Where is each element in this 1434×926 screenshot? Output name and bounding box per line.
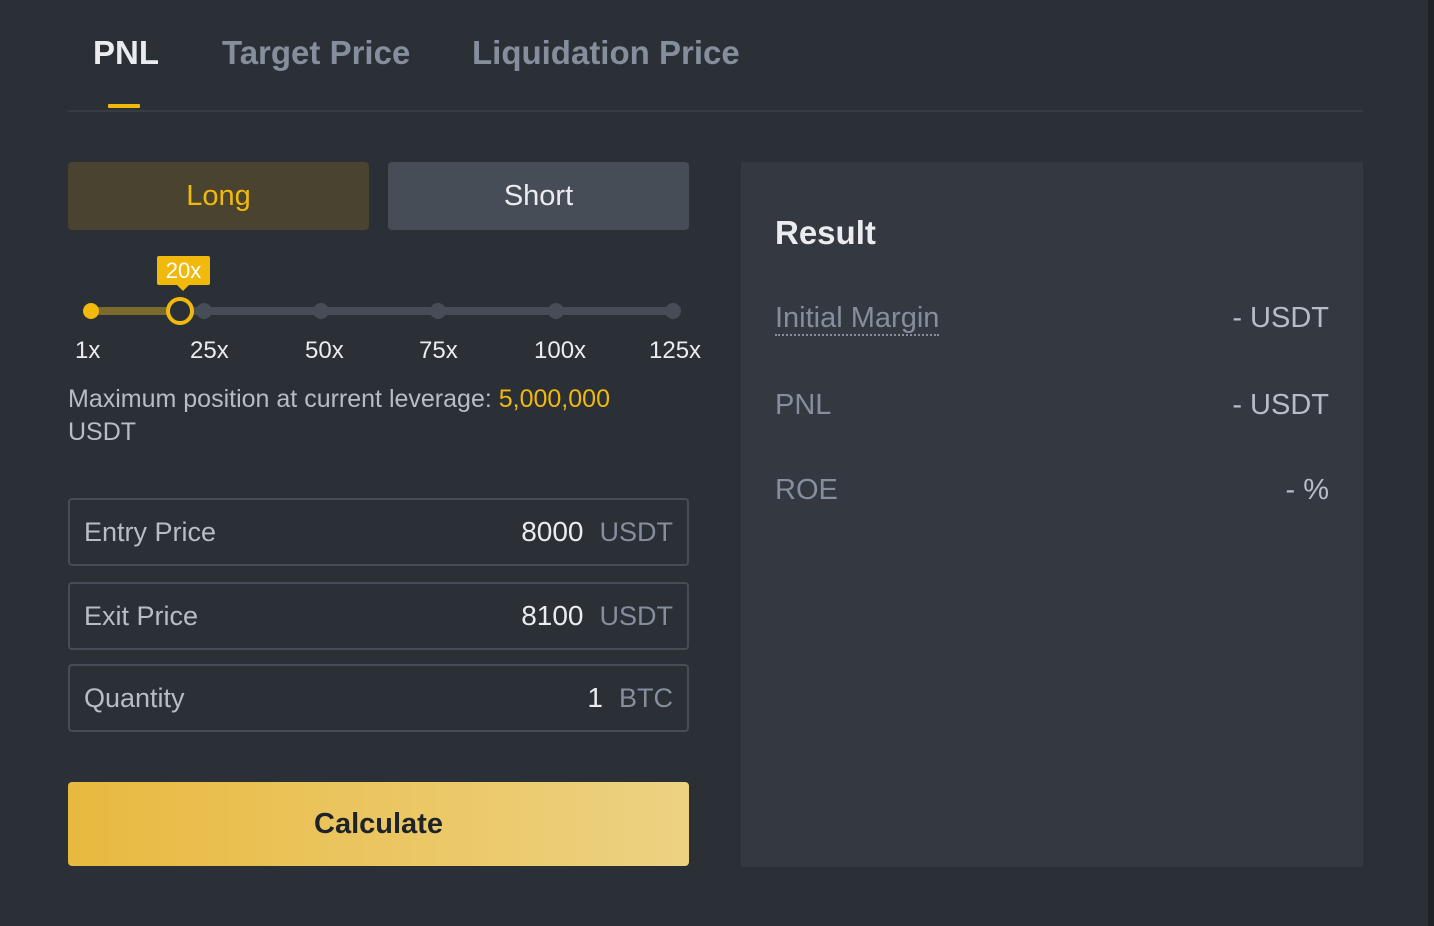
result-row-initial-margin: Initial Margin - USDT [775,302,1329,336]
roe-label: ROE [775,474,838,506]
slider-tick-dot-75x[interactable] [430,303,447,319]
exit-price-value[interactable]: 8100 [521,600,583,632]
leverage-tick-label[interactable]: 25x [190,337,229,365]
short-button[interactable]: Short [388,162,689,230]
quantity-field[interactable]: Quantity 1 BTC [68,664,689,732]
tab-target-price[interactable]: Target Price [222,34,410,72]
entry-price-field[interactable]: Entry Price 8000 USDT [68,498,689,566]
exit-price-field[interactable]: Exit Price 8100 USDT [68,582,689,650]
exit-price-label: Exit Price [84,600,199,631]
tab-pnl[interactable]: PNL [93,34,159,72]
long-button[interactable]: Long [68,162,369,230]
slider-handle[interactable] [166,297,195,325]
quantity-unit: BTC [619,682,673,713]
slider-tick-dot-125x[interactable] [665,303,681,319]
roe-value: - % [1285,474,1330,506]
leverage-tick-label[interactable]: 50x [305,337,344,365]
initial-margin-value: - USDT [1232,302,1329,334]
leverage-tick-label[interactable]: 75x [419,337,458,365]
slider-tick-dot-50x[interactable] [312,303,329,319]
quantity-value[interactable]: 1 [587,682,603,714]
leverage-badge: 20x [157,256,210,291]
leverage-tick-label[interactable]: 125x [649,337,701,365]
quantity-label: Quantity [84,682,185,713]
pnl-calculator: PNL Target Price Liquidation Price Long … [0,0,1434,926]
slider-tick-dot-100x[interactable] [547,303,564,319]
result-row-pnl: PNL - USDT [775,389,1329,422]
max-position-prefix: Maximum position at current leverage: [68,385,492,413]
result-panel: Result Initial Margin - USDT PNL - USDT … [741,162,1363,867]
leverage-slider[interactable] [83,296,683,326]
exit-price-unit: USDT [599,600,674,631]
max-position-note: Maximum position at current leverage: 5,… [68,383,668,449]
result-title: Result [775,214,876,251]
pnl-value: - USDT [1232,389,1329,421]
entry-price-unit: USDT [599,516,674,547]
leverage-tick-label[interactable]: 100x [534,337,586,365]
entry-price-value[interactable]: 8000 [521,516,583,548]
slider-tick-dot-25x[interactable] [195,303,212,319]
leverage-tick-label[interactable]: 1x [75,337,100,365]
calculator-tabs: PNL Target Price Liquidation Price [68,0,1363,112]
result-row-roe: ROE - % [775,474,1329,507]
slider-tick-dot-1x[interactable] [83,303,99,319]
initial-margin-label[interactable]: Initial Margin [775,302,940,336]
pnl-label: PNL [775,389,832,421]
calculate-button[interactable]: Calculate [68,782,689,866]
tab-liquidation-price[interactable]: Liquidation Price [472,34,740,72]
entry-price-label: Entry Price [84,516,217,547]
max-position-unit: USDT [68,418,137,446]
window-edge [1428,0,1434,926]
max-position-amount: 5,000,000 [498,385,610,413]
active-tab-indicator [108,104,140,108]
